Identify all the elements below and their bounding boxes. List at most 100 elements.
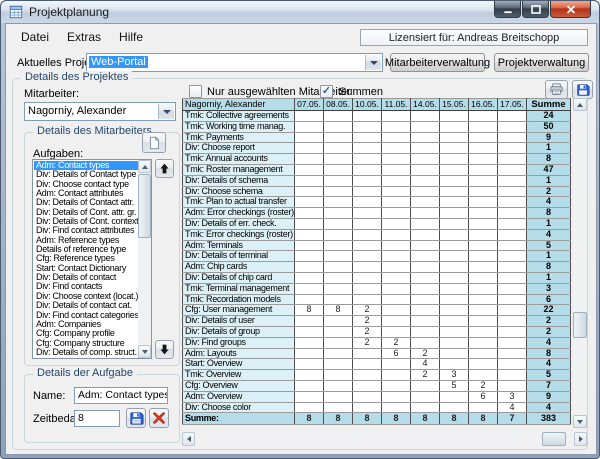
hours-cell[interactable]	[411, 326, 440, 337]
hours-cell[interactable]	[469, 370, 498, 381]
hours-cell[interactable]	[440, 154, 469, 165]
hours-cell[interactable]	[295, 251, 324, 262]
task-name-cell[interactable]: Tmk: Payments	[183, 132, 295, 143]
hours-cell[interactable]	[498, 251, 527, 262]
hours-cell[interactable]	[382, 359, 411, 370]
hours-cell[interactable]	[295, 272, 324, 283]
hours-cell[interactable]	[469, 262, 498, 273]
hours-cell[interactable]	[324, 121, 353, 132]
hours-cell[interactable]	[498, 305, 527, 316]
hours-cell[interactable]	[440, 197, 469, 208]
task-name-cell[interactable]: Div: Details of terminal	[183, 251, 295, 262]
move-task-up-button[interactable]	[155, 159, 174, 178]
hours-cell[interactable]	[382, 251, 411, 262]
task-name-cell[interactable]: Div: Choose schema	[183, 186, 295, 197]
hours-cell[interactable]	[411, 337, 440, 348]
hours-cell[interactable]	[440, 348, 469, 359]
hours-cell[interactable]	[295, 218, 324, 229]
task-name-cell[interactable]: Tmk: Error checkings (roster)	[183, 229, 295, 240]
menu-item-hilfe[interactable]: Hilfe	[110, 28, 152, 46]
hours-cell[interactable]	[440, 132, 469, 143]
hours-cell[interactable]	[295, 370, 324, 381]
hours-cell[interactable]	[382, 175, 411, 186]
hours-cell[interactable]	[382, 316, 411, 327]
hours-cell[interactable]	[295, 154, 324, 165]
task-name-cell[interactable]: Tmk: Working time manag.	[183, 121, 295, 132]
hours-cell[interactable]	[498, 208, 527, 219]
hours-cell[interactable]	[295, 326, 324, 337]
task-name-cell[interactable]: Div: Find groups	[183, 337, 295, 348]
hours-cell[interactable]	[469, 186, 498, 197]
task-name-cell[interactable]: Tmk: Collective agreements	[183, 111, 295, 122]
hours-cell[interactable]	[411, 154, 440, 165]
hours-cell[interactable]: 2	[411, 348, 440, 359]
hours-cell[interactable]: 6	[469, 391, 498, 402]
project-combobox-arrow[interactable]	[365, 55, 381, 70]
hours-cell[interactable]	[353, 154, 382, 165]
hours-cell[interactable]	[382, 154, 411, 165]
hours-cell[interactable]	[295, 294, 324, 305]
move-task-down-button[interactable]	[155, 340, 174, 359]
hours-cell[interactable]	[498, 143, 527, 154]
task-name-cell[interactable]: Cfg: Overview	[183, 380, 295, 391]
list-item[interactable]: Div: Find contact categories	[34, 311, 138, 320]
hours-cell[interactable]	[498, 272, 527, 283]
hours-cell[interactable]: 2	[411, 370, 440, 381]
table-hscroll-thumb[interactable]	[542, 432, 566, 446]
hours-cell[interactable]	[411, 164, 440, 175]
minimize-button[interactable]	[494, 1, 521, 18]
hours-cell[interactable]	[469, 402, 498, 413]
hours-cell[interactable]	[324, 380, 353, 391]
task-name-cell[interactable]: Adm: Error checkings (roster)	[183, 208, 295, 219]
hours-cell[interactable]	[353, 359, 382, 370]
list-item[interactable]: Adm: Companies	[34, 320, 138, 329]
hours-cell[interactable]	[498, 359, 527, 370]
hours-cell[interactable]: 4	[498, 402, 527, 413]
hours-cell[interactable]	[353, 348, 382, 359]
hours-cell[interactable]	[353, 175, 382, 186]
list-item[interactable]: Div: Details of Contact type	[34, 170, 138, 179]
task-name-cell[interactable]: Div: Choose report	[183, 143, 295, 154]
hours-cell[interactable]	[411, 262, 440, 273]
hours-cell[interactable]	[324, 337, 353, 348]
hours-cell[interactable]	[469, 283, 498, 294]
hours-cell[interactable]: 2	[353, 316, 382, 327]
hours-cell[interactable]	[382, 305, 411, 316]
hours-cell[interactable]	[411, 391, 440, 402]
hours-cell[interactable]: 8	[295, 305, 324, 316]
hours-cell[interactable]	[411, 251, 440, 262]
task-name-cell[interactable]: Tmk: Plan to actual transfer	[183, 197, 295, 208]
hours-cell[interactable]	[411, 175, 440, 186]
list-item[interactable]: Adm: Contact attributes	[34, 189, 138, 198]
hours-cell[interactable]	[324, 240, 353, 251]
hours-cell[interactable]	[440, 294, 469, 305]
table-scroll-right[interactable]	[574, 432, 587, 446]
hours-cell[interactable]	[295, 402, 324, 413]
hours-cell[interactable]	[353, 121, 382, 132]
hours-cell[interactable]	[411, 111, 440, 122]
hours-cell[interactable]	[382, 229, 411, 240]
hours-cell[interactable]	[353, 132, 382, 143]
hours-cell[interactable]	[469, 121, 498, 132]
hours-cell[interactable]	[411, 218, 440, 229]
hours-cell[interactable]	[324, 164, 353, 175]
hours-cell[interactable]	[382, 143, 411, 154]
table-vscrollbar[interactable]	[573, 98, 587, 428]
list-item[interactable]: Div: Choose contact type	[34, 180, 138, 189]
hours-cell[interactable]	[324, 262, 353, 273]
hours-cell[interactable]	[324, 316, 353, 327]
hours-cell[interactable]	[324, 175, 353, 186]
hours-cell[interactable]	[469, 154, 498, 165]
hours-cell[interactable]	[469, 208, 498, 219]
hours-cell[interactable]	[382, 186, 411, 197]
hours-cell[interactable]	[324, 359, 353, 370]
task-name-cell[interactable]: Div: Details of err. check.	[183, 218, 295, 229]
hours-cell[interactable]	[324, 208, 353, 219]
hours-cell[interactable]	[440, 218, 469, 229]
hours-cell[interactable]	[324, 272, 353, 283]
hours-cell[interactable]	[469, 240, 498, 251]
project-combobox[interactable]: Web-Portal	[86, 53, 383, 72]
task-name-cell[interactable]: Tmk: Terminal management	[183, 283, 295, 294]
hours-cell[interactable]	[295, 229, 324, 240]
hours-cell[interactable]	[295, 240, 324, 251]
